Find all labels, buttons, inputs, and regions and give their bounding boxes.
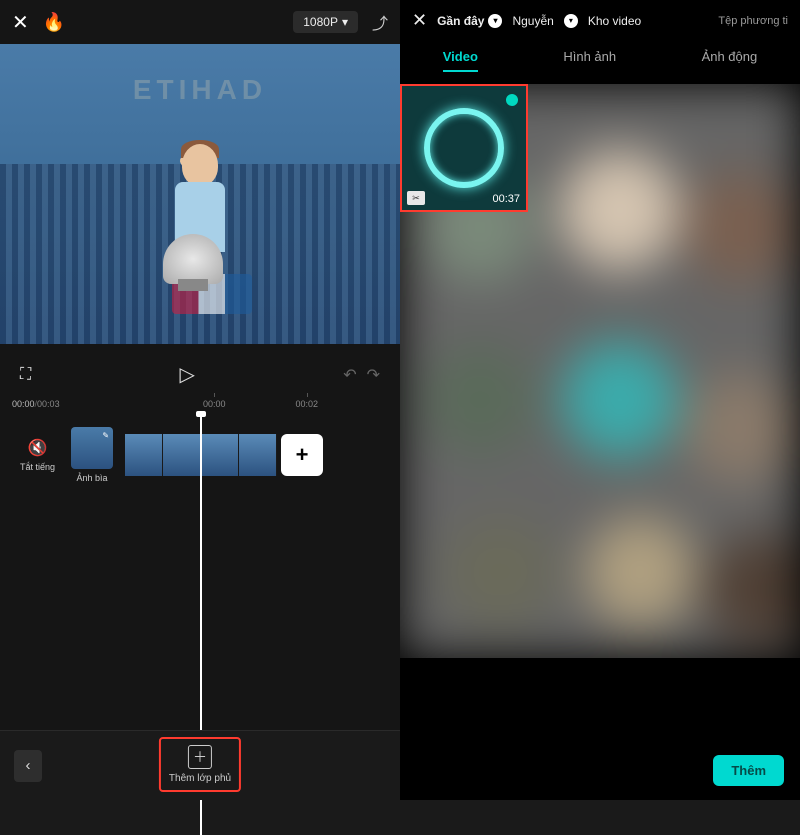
video-preview[interactable]: ETIHAD xyxy=(0,44,400,344)
scissors-icon[interactable]: ✂ xyxy=(407,191,425,205)
clip-frame[interactable] xyxy=(239,434,277,476)
stadium-banner: ETIHAD xyxy=(0,74,400,106)
redo-icon[interactable]: ↷ xyxy=(367,365,380,385)
media-duration: 00:37 xyxy=(492,193,520,205)
speaker-off-icon: 🔇 xyxy=(28,438,48,458)
ring-graphic xyxy=(424,108,504,188)
picker-bottombar: Thêm xyxy=(400,740,800,800)
resolution-label: 1080P xyxy=(303,15,338,29)
time-total: 00:03 xyxy=(37,399,60,409)
clip-frame[interactable] xyxy=(201,434,239,476)
mute-button[interactable]: 🔇 Tắt tiếng xyxy=(20,438,55,472)
tab-animated[interactable]: Ảnh động xyxy=(702,49,758,72)
chevron-down-icon: ▾ xyxy=(488,14,502,28)
cover-thumbnail xyxy=(71,427,113,469)
close-icon[interactable]: ✕ xyxy=(12,10,29,35)
ruler-mark: 00:00 xyxy=(203,399,226,409)
clip-frame[interactable] xyxy=(163,434,201,476)
tab-video[interactable]: Video xyxy=(443,49,478,72)
time-current: 00:00 xyxy=(12,399,35,409)
clip-frame[interactable] xyxy=(125,434,163,476)
overlay-label: Thêm lớp phủ xyxy=(169,773,231,784)
add-overlay-button[interactable]: ＋ Thêm lớp phủ xyxy=(159,737,241,792)
selected-indicator[interactable] xyxy=(504,92,520,108)
cover-label: Ảnh bìa xyxy=(77,473,108,483)
library-tab[interactable]: Kho video xyxy=(588,14,641,28)
back-button[interactable]: ‹ xyxy=(14,750,42,782)
account-name[interactable]: Nguyễn xyxy=(512,14,553,28)
media-gallery[interactable]: 00:37 ✂ xyxy=(400,84,800,658)
recent-dropdown[interactable]: Gần đây ▾ xyxy=(437,14,502,28)
timeline[interactable]: 🔇 Tắt tiếng Ảnh bìa + xyxy=(0,415,400,495)
fullscreen-icon[interactable]: ⛶ xyxy=(20,366,31,384)
plus-icon: ＋ xyxy=(188,745,212,769)
editor-bottombar: ‹ ＋ Thêm lớp phủ xyxy=(0,730,400,800)
chevron-down-icon: ▾ xyxy=(342,15,348,29)
mute-label: Tắt tiếng xyxy=(20,462,55,472)
editor-topbar: ✕ 🔥 1080P ▾ ⤴ xyxy=(0,0,400,44)
player-figure xyxy=(130,114,270,314)
media-thumbnail[interactable]: 00:37 ✂ xyxy=(400,84,528,212)
add-clip-button[interactable]: + xyxy=(281,434,323,476)
media-type-tabs: Video Hình ảnh Ảnh động xyxy=(400,41,800,84)
resolution-dropdown[interactable]: 1080P ▾ xyxy=(293,11,358,33)
file-method-tab[interactable]: Tệp phương ti xyxy=(718,15,788,27)
ruler-mark: 00:02 xyxy=(295,399,318,409)
add-button[interactable]: Thêm xyxy=(713,755,784,786)
chevron-down-icon: ▾ xyxy=(564,14,578,28)
close-icon[interactable]: ✕ xyxy=(412,10,427,31)
cover-button[interactable]: Ảnh bìa xyxy=(71,427,113,483)
picker-header: ✕ Gần đây ▾ Nguyễn ▾ Kho video Tệp phươn… xyxy=(400,0,800,41)
play-icon[interactable]: ▷ xyxy=(180,362,195,387)
flame-icon[interactable]: 🔥 xyxy=(43,12,65,33)
preview-controls: ⛶ ▷ ↶ ↷ xyxy=(0,344,400,397)
undo-icon[interactable]: ↶ xyxy=(343,365,356,385)
export-icon[interactable]: ⤴ xyxy=(372,10,388,34)
tab-image[interactable]: Hình ảnh xyxy=(563,49,616,72)
